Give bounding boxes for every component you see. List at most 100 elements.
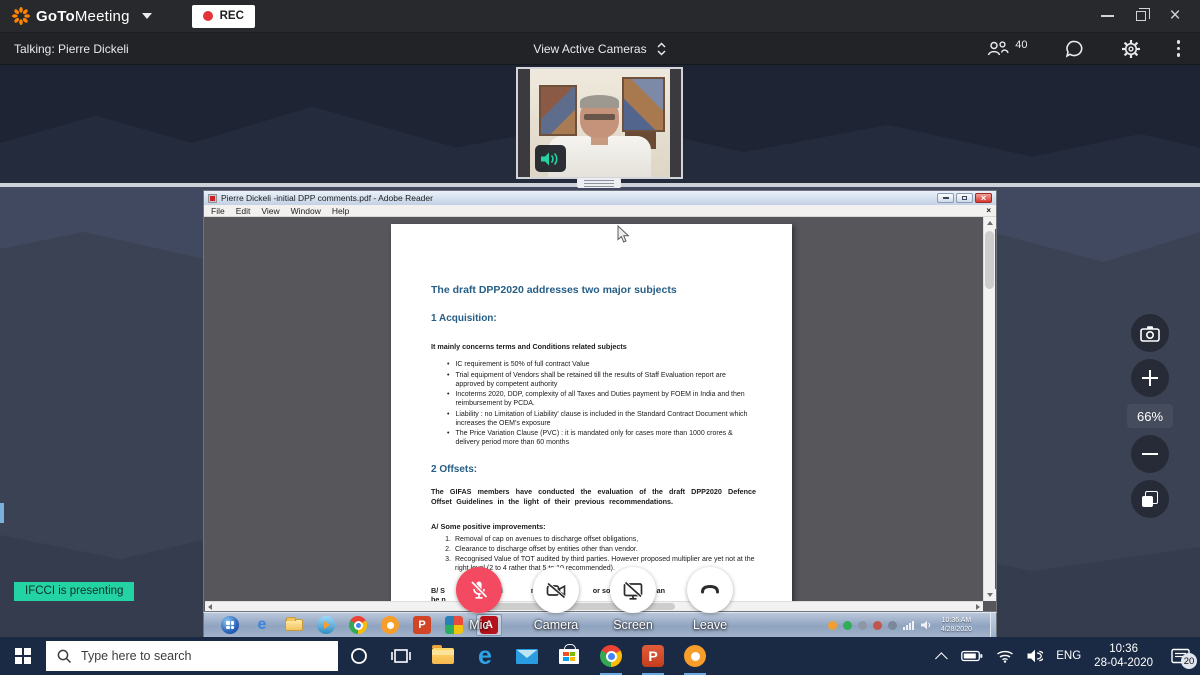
file-explorer-icon[interactable] (284, 615, 304, 635)
tray-expand-chevron-icon[interactable] (935, 652, 948, 665)
menu-edit[interactable]: Edit (236, 206, 251, 216)
edge-button[interactable] (464, 637, 506, 675)
camera-off-icon (544, 578, 568, 602)
powerpoint-icon[interactable] (412, 615, 432, 635)
zoom-out-button[interactable] (1131, 435, 1169, 473)
pdf-bullet: Trial equipment of Vendors shall be reta… (447, 371, 756, 389)
presenting-badge: IFCCI is presenting (14, 582, 134, 601)
scroll-up-arrow[interactable] (984, 217, 996, 229)
speaker-active-icon (540, 151, 560, 167)
pdf-section-2-title: 2 Offsets: (431, 464, 756, 476)
powerpoint-button[interactable] (632, 637, 674, 675)
view-mode-button[interactable] (1131, 480, 1169, 518)
chat-button[interactable] (1064, 39, 1085, 59)
audio-active-badge (535, 145, 566, 172)
reader-close-button[interactable] (975, 193, 992, 203)
store-button[interactable] (548, 637, 590, 675)
mail-button[interactable] (506, 637, 548, 675)
tray-icon[interactable] (843, 621, 852, 630)
menu-file[interactable]: File (211, 206, 225, 216)
volume-icon[interactable] (1027, 649, 1043, 663)
close-icon (1169, 6, 1180, 26)
windows-taskbar: ENG 10:36 28-04-2020 20 (0, 637, 1200, 675)
speaker-glasses (584, 114, 615, 119)
vertical-scroll-thumb[interactable] (985, 231, 994, 289)
menu-help[interactable]: Help (332, 206, 349, 216)
restore-button[interactable] (1124, 1, 1158, 31)
gotomeeting-daisy-icon[interactable] (380, 615, 400, 635)
taskbar-search[interactable] (46, 641, 338, 671)
folder-icon (432, 648, 454, 664)
scroll-right-arrow[interactable] (973, 602, 983, 612)
media-player-icon[interactable] (316, 615, 336, 635)
presentation-stage: Pierre Dickeli -initial DPP comments.pdf… (0, 187, 1200, 637)
close-button[interactable] (1158, 1, 1192, 31)
gotomeeting-button[interactable] (674, 637, 716, 675)
leave-call-icon (698, 578, 722, 602)
menu-view[interactable]: View (261, 206, 279, 216)
presenter-start-button[interactable] (220, 615, 240, 635)
strip-drag-handle[interactable] (577, 178, 621, 188)
minimize-button[interactable] (1090, 1, 1124, 31)
tray-icon[interactable] (858, 621, 867, 630)
pdf-bullet: The Price Variation Clause (PVC) : it is… (447, 429, 756, 447)
tray-icon[interactable] (873, 621, 882, 630)
action-center-button[interactable]: 20 (1168, 645, 1192, 667)
battery-icon[interactable] (961, 649, 983, 663)
painting (539, 85, 577, 136)
people-icon (986, 40, 1010, 57)
camera-toggle-button[interactable] (533, 567, 579, 613)
wifi-icon[interactable] (996, 649, 1014, 663)
vertical-scrollbar[interactable] (983, 217, 995, 601)
pdf-page: The draft DPP2020 addresses two major su… (391, 224, 792, 601)
tray-icon[interactable] (888, 621, 897, 630)
screen-share-button[interactable] (610, 567, 656, 613)
settings-button[interactable] (1121, 39, 1141, 59)
reader-minimize-button[interactable] (937, 193, 954, 203)
scroll-down-arrow[interactable] (984, 589, 996, 601)
zoom-in-button[interactable] (1131, 359, 1169, 397)
search-input[interactable] (81, 649, 327, 663)
chevron-down-icon (142, 13, 152, 19)
mic-mute-button[interactable] (456, 567, 502, 613)
recording-indicator[interactable]: REC (192, 5, 255, 28)
camera-label: Camera (534, 618, 578, 632)
leave-label: Leave (693, 618, 727, 632)
zoom-level-chip: 66% (1127, 404, 1173, 428)
internet-explorer-icon[interactable] (252, 615, 272, 635)
language-indicator[interactable]: ENG (1056, 650, 1081, 662)
file-explorer-button[interactable] (422, 637, 464, 675)
webcam-tile[interactable] (516, 67, 683, 179)
more-options-button[interactable] (1177, 40, 1181, 57)
task-view-button[interactable] (380, 637, 422, 675)
camera-view-label: View Active Cameras (533, 42, 646, 56)
chrome-icon[interactable] (348, 615, 368, 635)
leave-control: Leave (687, 567, 733, 632)
tray-icon[interactable] (828, 621, 837, 630)
viewer-zoom-panel: 66% (1127, 314, 1173, 518)
store-icon (559, 649, 579, 664)
cortana-button[interactable] (338, 637, 380, 675)
pdf-bullet: Incoterms 2020, DDP, complexity of all T… (447, 390, 756, 408)
gotomeeting-daisy-icon (12, 7, 30, 25)
presenter-clock[interactable]: 10:36 AM 4/28/2020 (941, 616, 972, 634)
document-close-icon[interactable] (986, 206, 996, 215)
edge-panel-chip (0, 503, 4, 523)
scroll-left-arrow[interactable] (205, 602, 215, 612)
attendees-button[interactable]: 40 (986, 40, 1027, 57)
app-titlebar: GoToMeeting REC (0, 0, 1200, 33)
leave-meeting-button[interactable] (687, 567, 733, 613)
taskbar-clock[interactable]: 10:36 28-04-2020 (1094, 642, 1153, 670)
task-view-icon (391, 646, 411, 666)
pdf-section-1-title: 1 Acquisition: (431, 313, 756, 325)
snapshot-button[interactable] (1131, 314, 1169, 352)
start-button[interactable] (0, 637, 46, 675)
show-desktop-button[interactable] (990, 613, 996, 638)
reader-titlebar[interactable]: Pierre Dickeli -initial DPP comments.pdf… (204, 191, 996, 205)
chrome-button[interactable] (590, 637, 632, 675)
gotomeeting-logo[interactable]: GoToMeeting (0, 7, 152, 25)
menu-window[interactable]: Window (291, 206, 321, 216)
meeting-toolbar: Talking: Pierre Dickeli View Active Came… (0, 33, 1200, 65)
mic-control: Mic (456, 567, 502, 632)
reader-restore-button[interactable] (956, 193, 973, 203)
